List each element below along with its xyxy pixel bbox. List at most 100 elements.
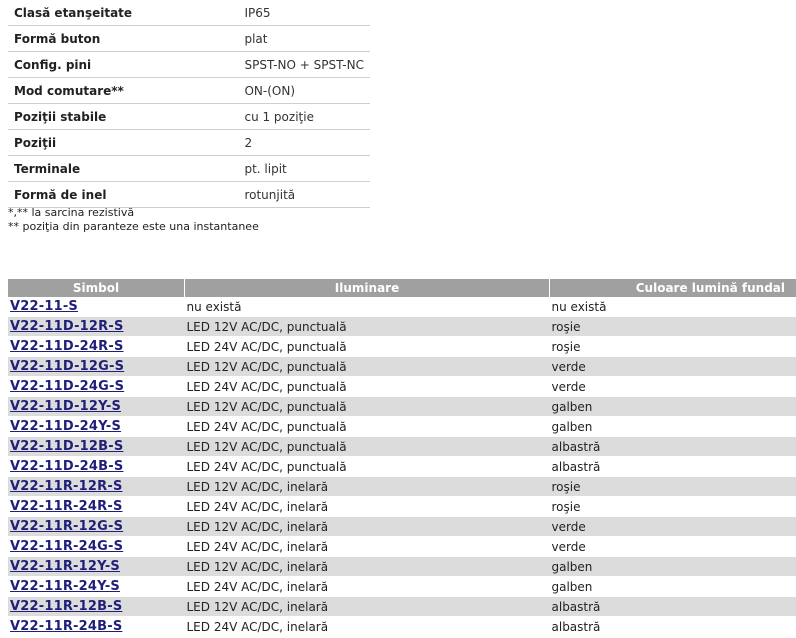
color-cell: albastră bbox=[549, 596, 796, 617]
product-link[interactable]: V22-11R-24Y-S bbox=[10, 579, 120, 594]
spec-value: ON-(ON) bbox=[238, 77, 370, 104]
lighting-cell: LED 24V AC/DC, punctuală bbox=[184, 376, 550, 397]
product-link[interactable]: V22-11R-24B-S bbox=[10, 619, 122, 634]
table-row: V22-11D-24R-S LED 24V AC/DC, punctuală r… bbox=[8, 336, 796, 357]
color-cell: verde bbox=[549, 516, 796, 537]
spec-row: Poziţii 2 bbox=[8, 129, 370, 156]
lighting-cell: LED 24V AC/DC, punctuală bbox=[184, 336, 550, 357]
color-cell: roşie bbox=[549, 316, 796, 337]
variants-header-row: Simbol Iluminare Culoare lumină fundal bbox=[8, 279, 796, 297]
product-link[interactable]: V22-11D-12Y-S bbox=[10, 399, 121, 414]
table-row: V22-11R-24Y-S LED 24V AC/DC, inelară gal… bbox=[8, 576, 796, 597]
product-link[interactable]: V22-11R-24R-S bbox=[10, 499, 123, 514]
lighting-cell: LED 24V AC/DC, punctuală bbox=[184, 416, 550, 437]
spec-label: Mod comutare** bbox=[8, 77, 239, 104]
spec-value: pt. lipit bbox=[238, 155, 370, 182]
product-link[interactable]: V22-11R-12G-S bbox=[10, 519, 123, 534]
table-row: V22-11R-24G-S LED 24V AC/DC, inelară ver… bbox=[8, 536, 796, 557]
spec-label: Formă de inel bbox=[8, 181, 239, 208]
spec-value: IP65 bbox=[238, 0, 370, 26]
lighting-cell: LED 24V AC/DC, inelară bbox=[184, 536, 550, 557]
lighting-cell: LED 24V AC/DC, inelară bbox=[184, 496, 550, 517]
lighting-cell: LED 12V AC/DC, inelară bbox=[184, 556, 550, 577]
color-cell: roşie bbox=[549, 336, 796, 357]
spec-label: Terminale bbox=[8, 155, 239, 182]
spec-value: 2 bbox=[238, 129, 370, 156]
product-link[interactable]: V22-11D-12R-S bbox=[10, 319, 124, 334]
product-link[interactable]: V22-11-S bbox=[10, 299, 78, 314]
spec-label: Poziţii bbox=[8, 129, 239, 156]
color-cell: verde bbox=[549, 376, 796, 397]
color-cell: galben bbox=[549, 556, 796, 577]
table-row: V22-11D-12B-S LED 12V AC/DC, punctuală a… bbox=[8, 436, 796, 457]
footnote: *,** la sarcina rezistivă bbox=[8, 206, 135, 219]
color-cell: roşie bbox=[549, 476, 796, 497]
color-cell: galben bbox=[549, 396, 796, 417]
color-cell: galben bbox=[549, 416, 796, 437]
column-header-lighting: Iluminare bbox=[184, 279, 550, 297]
product-link[interactable]: V22-11R-24G-S bbox=[10, 539, 123, 554]
lighting-cell: nu există bbox=[184, 297, 550, 317]
spec-table: Clasă etanşeitate IP65 Formă buton plat … bbox=[8, 0, 370, 208]
spec-row: Mod comutare** ON-(ON) bbox=[8, 77, 370, 104]
table-row: V22-11-S nu există nu există bbox=[8, 297, 796, 317]
spec-value: plat bbox=[238, 25, 370, 52]
spec-label: Poziţii stabile bbox=[8, 103, 239, 130]
lighting-cell: LED 12V AC/DC, punctuală bbox=[184, 396, 550, 417]
spec-label: Config. pini bbox=[8, 51, 239, 78]
table-row: V22-11D-12Y-S LED 12V AC/DC, punctuală g… bbox=[8, 396, 796, 417]
table-row: V22-11D-24G-S LED 24V AC/DC, punctuală v… bbox=[8, 376, 796, 397]
spec-row: Config. pini SPST-NO + SPST-NC bbox=[8, 51, 370, 78]
color-cell: roşie bbox=[549, 496, 796, 517]
product-link[interactable]: V22-11R-12R-S bbox=[10, 479, 123, 494]
color-cell: albastră bbox=[549, 456, 796, 477]
spec-row: Formă buton plat bbox=[8, 25, 370, 52]
lighting-cell: LED 24V AC/DC, inelară bbox=[184, 576, 550, 597]
lighting-cell: LED 12V AC/DC, inelară bbox=[184, 476, 550, 497]
footnotes: *,** la sarcina rezistivă ** poziţia din… bbox=[8, 206, 259, 234]
color-cell: verde bbox=[549, 356, 796, 377]
lighting-cell: LED 24V AC/DC, inelară bbox=[184, 616, 550, 637]
spec-row: Terminale pt. lipit bbox=[8, 155, 370, 182]
spec-label: Formă buton bbox=[8, 25, 239, 52]
spec-value: rotunjită bbox=[238, 181, 370, 208]
color-cell: albastră bbox=[549, 616, 796, 637]
column-header-symbol: Simbol bbox=[8, 279, 185, 297]
product-link[interactable]: V22-11D-12B-S bbox=[10, 439, 123, 454]
product-link[interactable]: V22-11D-24G-S bbox=[10, 379, 124, 394]
table-row: V22-11D-12R-S LED 12V AC/DC, punctuală r… bbox=[8, 316, 796, 337]
product-link[interactable]: V22-11D-24R-S bbox=[10, 339, 124, 354]
spec-row: Formă de inel rotunjită bbox=[8, 181, 370, 208]
lighting-cell: LED 12V AC/DC, punctuală bbox=[184, 316, 550, 337]
table-row: V22-11R-12Y-S LED 12V AC/DC, inelară gal… bbox=[8, 556, 796, 577]
table-row: V22-11R-24B-S LED 24V AC/DC, inelară alb… bbox=[8, 616, 796, 637]
color-cell: galben bbox=[549, 576, 796, 597]
column-header-background-color: Culoare lumină fundal bbox=[549, 279, 796, 297]
color-cell: verde bbox=[549, 536, 796, 557]
color-cell: albastră bbox=[549, 436, 796, 457]
product-link[interactable]: V22-11D-24B-S bbox=[10, 459, 123, 474]
lighting-cell: LED 24V AC/DC, punctuală bbox=[184, 456, 550, 477]
spec-row: Poziţii stabile cu 1 poziţie bbox=[8, 103, 370, 130]
table-row: V22-11R-12G-S LED 12V AC/DC, inelară ver… bbox=[8, 516, 796, 537]
table-row: V22-11D-24Y-S LED 24V AC/DC, punctuală g… bbox=[8, 416, 796, 437]
spec-value: SPST-NO + SPST-NC bbox=[238, 51, 370, 78]
table-row: V22-11R-12R-S LED 12V AC/DC, inelară roş… bbox=[8, 476, 796, 497]
product-link[interactable]: V22-11R-12B-S bbox=[10, 599, 122, 614]
lighting-cell: LED 12V AC/DC, punctuală bbox=[184, 356, 550, 377]
table-row: V22-11R-24R-S LED 24V AC/DC, inelară roş… bbox=[8, 496, 796, 517]
product-link[interactable]: V22-11D-24Y-S bbox=[10, 419, 121, 434]
color-cell: nu există bbox=[549, 297, 796, 317]
table-row: V22-11D-24B-S LED 24V AC/DC, punctuală a… bbox=[8, 456, 796, 477]
product-link[interactable]: V22-11D-12G-S bbox=[10, 359, 124, 374]
lighting-cell: LED 12V AC/DC, inelară bbox=[184, 516, 550, 537]
table-row: V22-11D-12G-S LED 12V AC/DC, punctuală v… bbox=[8, 356, 796, 377]
lighting-cell: LED 12V AC/DC, punctuală bbox=[184, 436, 550, 457]
spec-row: Clasă etanşeitate IP65 bbox=[8, 0, 370, 26]
lighting-cell: LED 12V AC/DC, inelară bbox=[184, 596, 550, 617]
spec-label: Clasă etanşeitate bbox=[8, 0, 239, 26]
variants-table: Simbol Iluminare Culoare lumină fundal V… bbox=[8, 279, 796, 637]
product-link[interactable]: V22-11R-12Y-S bbox=[10, 559, 120, 574]
table-row: V22-11R-12B-S LED 12V AC/DC, inelară alb… bbox=[8, 596, 796, 617]
spec-value: cu 1 poziţie bbox=[238, 103, 370, 130]
